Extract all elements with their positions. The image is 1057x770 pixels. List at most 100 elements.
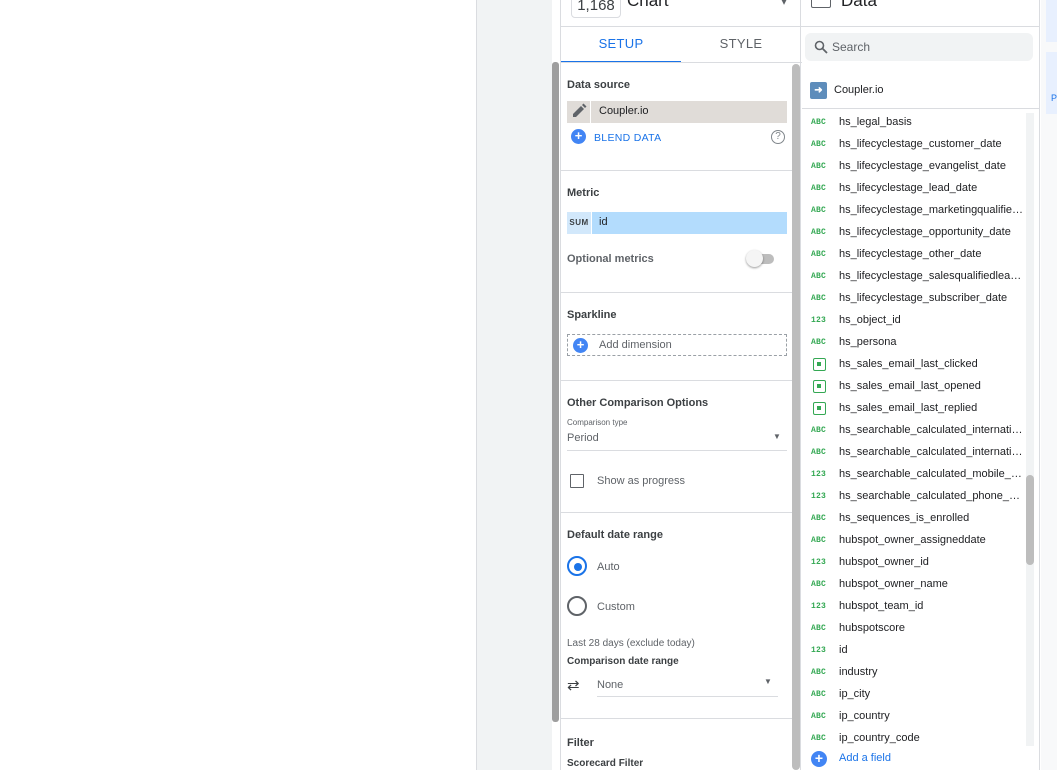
chart-type-title[interactable]: Chart bbox=[627, 0, 669, 11]
canvas-margin bbox=[476, 0, 552, 770]
field-row[interactable]: ABC hs_searchable_calculated_internatio… bbox=[802, 443, 1026, 465]
edge-card[interactable] bbox=[1046, 52, 1057, 114]
show-progress-label: Show as progress bbox=[597, 475, 686, 487]
show-progress-checkbox[interactable] bbox=[570, 474, 584, 488]
text-type-icon: ABC bbox=[811, 294, 827, 303]
metric-field-name: id bbox=[599, 216, 608, 228]
field-row[interactable]: ABC hs_legal_basis bbox=[802, 113, 1026, 135]
field-row[interactable]: ABC hs_lifecyclestage_lead_date bbox=[802, 179, 1026, 201]
swap-arrows-icon: ⇄ bbox=[567, 677, 580, 694]
field-name: hs_persona bbox=[839, 336, 897, 348]
field-row[interactable]: ABC hubspotscore bbox=[802, 619, 1026, 641]
radio-custom[interactable] bbox=[567, 596, 587, 616]
field-name: hs_lifecyclestage_opportunity_date bbox=[839, 226, 1011, 238]
field-row[interactable]: hs_sales_email_last_clicked bbox=[802, 355, 1026, 377]
field-name: hubspot_owner_id bbox=[839, 556, 929, 568]
chevron-down-icon[interactable]: ▾ bbox=[781, 0, 787, 8]
help-icon[interactable]: ? bbox=[771, 130, 785, 144]
blend-data-button[interactable]: BLEND DATA bbox=[594, 132, 661, 144]
edge-card[interactable] bbox=[1046, 0, 1057, 42]
field-row[interactable]: ABC hs_searchable_calculated_internatio… bbox=[802, 421, 1026, 443]
text-type-icon: ABC bbox=[811, 514, 827, 523]
field-name: hs_lifecyclestage_other_date bbox=[839, 248, 982, 260]
text-type-icon: ABC bbox=[811, 580, 827, 589]
field-list-scrollbar-thumb[interactable] bbox=[1026, 475, 1034, 565]
report-canvas[interactable] bbox=[0, 0, 476, 770]
radio-auto[interactable] bbox=[567, 556, 587, 576]
field-name: hs_lifecyclestage_customer_date bbox=[839, 138, 1002, 150]
field-row[interactable]: ABC hs_lifecyclestage_other_date bbox=[802, 245, 1026, 267]
comparison-date-range-select[interactable]: None bbox=[597, 679, 623, 691]
field-name: id bbox=[839, 644, 848, 656]
field-name: hubspot_owner_assigneddate bbox=[839, 534, 986, 546]
field-row[interactable]: ABC hubspot_owner_name bbox=[802, 575, 1026, 597]
select-underline bbox=[597, 696, 778, 697]
field-row[interactable]: ABC hubspot_owner_assigneddate bbox=[802, 531, 1026, 553]
field-row[interactable]: ABC hs_lifecyclestage_evangelist_date bbox=[802, 157, 1026, 179]
field-row[interactable]: ABC hs_lifecyclestage_salesqualifiedlead… bbox=[802, 267, 1026, 289]
field-search-box[interactable] bbox=[805, 33, 1033, 61]
field-row[interactable]: ABC industry bbox=[802, 663, 1026, 685]
select-underline bbox=[567, 450, 787, 451]
field-name: hubspot_team_id bbox=[839, 600, 924, 612]
add-field-button[interactable]: Add a field bbox=[839, 752, 891, 764]
aggregation-badge[interactable]: SUM bbox=[567, 212, 592, 234]
metric-chip[interactable]: SUM id bbox=[567, 212, 787, 234]
number-type-icon: 123 bbox=[811, 558, 827, 567]
text-type-icon: ABC bbox=[811, 448, 827, 457]
text-type-icon: ABC bbox=[811, 228, 827, 237]
comparison-type-select[interactable]: Period bbox=[567, 432, 599, 444]
field-row[interactable]: ABC ip_country bbox=[802, 707, 1026, 729]
section-divider bbox=[561, 292, 792, 293]
chart-header: 1,168 Chart ▾ bbox=[561, 0, 802, 27]
field-row[interactable]: 123 id bbox=[802, 641, 1026, 663]
field-row[interactable]: ABC hs_lifecyclestage_subscriber_date bbox=[802, 289, 1026, 311]
field-name: hs_sequences_is_enrolled bbox=[839, 512, 970, 524]
dropdown-arrow-icon[interactable]: ▼ bbox=[773, 432, 781, 441]
data-source-title: Data source bbox=[567, 79, 630, 91]
text-type-icon: ABC bbox=[811, 184, 827, 193]
canvas-scrollbar[interactable] bbox=[552, 62, 559, 722]
text-type-icon: ABC bbox=[811, 536, 827, 545]
plus-icon[interactable]: + bbox=[811, 751, 827, 767]
data-source-chip[interactable]: Coupler.io bbox=[567, 101, 787, 123]
field-name: hs_sales_email_last_opened bbox=[839, 380, 981, 392]
toggle-knob[interactable] bbox=[746, 250, 763, 267]
field-list-scrollbar-track[interactable] bbox=[1026, 113, 1034, 746]
dropdown-arrow-icon[interactable]: ▼ bbox=[764, 677, 772, 686]
setup-scrollbar[interactable] bbox=[792, 64, 800, 770]
field-row[interactable]: 123 hs_searchable_calculated_mobile_n… bbox=[802, 465, 1026, 487]
data-panel: Data ➜ Coupler.io ABC hs_legal_basis ABC hs… bbox=[802, 0, 1040, 770]
add-dimension-button[interactable]: + Add dimension bbox=[567, 334, 787, 356]
text-type-icon: ABC bbox=[811, 206, 827, 215]
tab-setup[interactable]: SETUP bbox=[561, 27, 681, 63]
search-input[interactable] bbox=[832, 34, 1022, 60]
date-type-icon bbox=[813, 380, 826, 393]
field-name: hs_object_id bbox=[839, 314, 901, 326]
field-row[interactable]: ABC ip_city bbox=[802, 685, 1026, 707]
field-row[interactable]: hs_sales_email_last_opened bbox=[802, 377, 1026, 399]
text-type-icon: ABC bbox=[811, 734, 827, 743]
field-row[interactable]: ABC hs_lifecyclestage_opportunity_date bbox=[802, 223, 1026, 245]
field-row[interactable]: 123 hs_object_id bbox=[802, 311, 1026, 333]
field-name: ip_city bbox=[839, 688, 871, 700]
chart-id-box: 1,168 bbox=[571, 0, 621, 18]
number-type-icon: 123 bbox=[811, 492, 827, 501]
metric-title: Metric bbox=[567, 187, 600, 199]
date-range-title: Default date range bbox=[567, 529, 663, 541]
comparison-options-title: Other Comparison Options bbox=[567, 397, 709, 409]
field-row[interactable]: ABC hs_lifecyclestage_marketingqualifie… bbox=[802, 201, 1026, 223]
tab-style[interactable]: STYLE bbox=[681, 27, 801, 63]
plus-icon[interactable]: + bbox=[571, 129, 586, 144]
field-row[interactable]: ABC hs_persona bbox=[802, 333, 1026, 355]
pencil-icon[interactable] bbox=[567, 101, 591, 123]
data-source-name[interactable]: Coupler.io bbox=[834, 84, 884, 96]
field-row[interactable]: hs_sales_email_last_replied bbox=[802, 399, 1026, 421]
field-row[interactable]: ABC ip_country_code bbox=[802, 729, 1026, 751]
text-type-icon: ABC bbox=[811, 426, 827, 435]
field-row[interactable]: ABC hs_sequences_is_enrolled bbox=[802, 509, 1026, 531]
field-row[interactable]: 123 hubspot_team_id bbox=[802, 597, 1026, 619]
field-row[interactable]: ABC hs_lifecyclestage_customer_date bbox=[802, 135, 1026, 157]
field-row[interactable]: 123 hubspot_owner_id bbox=[802, 553, 1026, 575]
field-row[interactable]: 123 hs_searchable_calculated_phone_nu… bbox=[802, 487, 1026, 509]
